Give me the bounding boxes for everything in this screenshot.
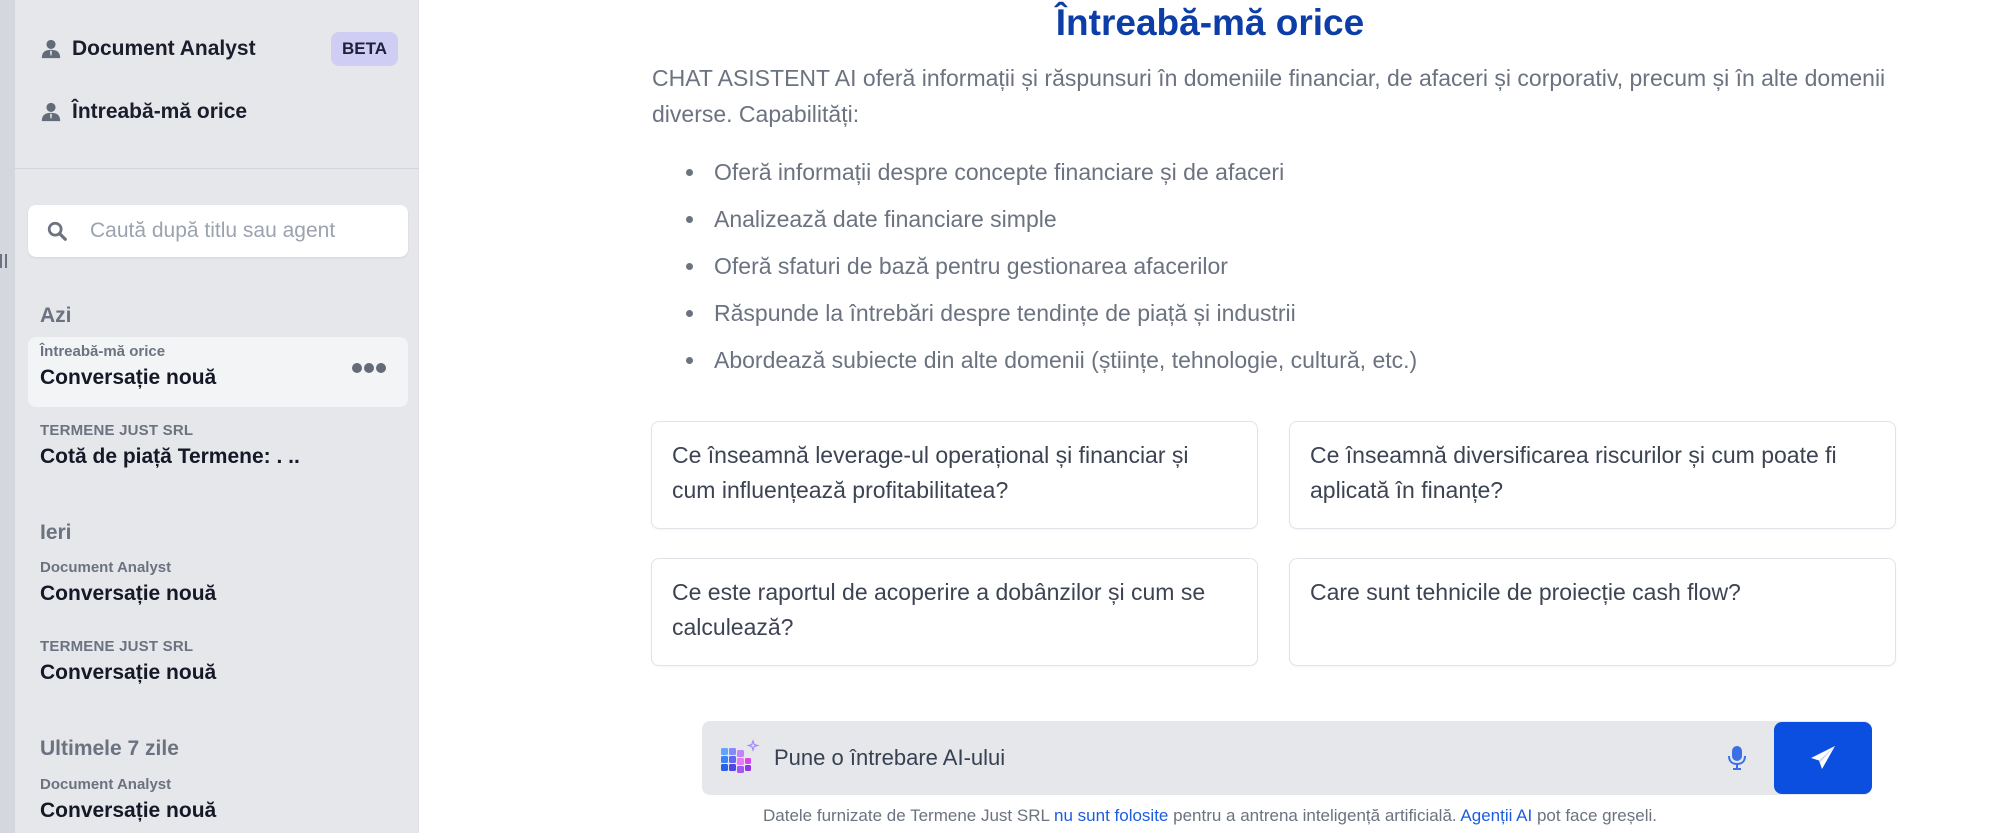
- search-box: [28, 205, 408, 257]
- capability-item: Abordează subiecte din alte domenii (ști…: [685, 342, 1417, 389]
- suggestion-card[interactable]: Ce înseamnă leverage-ul operațional și f…: [651, 421, 1258, 529]
- conversation-item[interactable]: TERMENE JUST SRL Cotă de piață Termene: …: [28, 416, 408, 486]
- agent-item-document-analyst[interactable]: Document Analyst BETA: [40, 32, 410, 66]
- app-root: Document Analyst BETA Întreabă-mă orice …: [0, 0, 2000, 833]
- more-options-icon[interactable]: [352, 363, 386, 373]
- conversation-item[interactable]: Document Analyst Conversație nouă: [28, 553, 408, 623]
- main-panel: Întreabă-mă orice CHAT ASISTENT AI oferă…: [420, 0, 2000, 833]
- suggestion-card[interactable]: Ce înseamnă diversificarea riscurilor și…: [1289, 421, 1896, 529]
- page-title: Întreabă-mă orice: [1055, 2, 1365, 43]
- suggestion-card[interactable]: Care sunt tehnicile de proiecție cash fl…: [1289, 558, 1896, 666]
- not-used-link[interactable]: nu sunt folosite: [1054, 806, 1168, 825]
- agent-label: Întreabă-mă orice: [72, 100, 248, 123]
- conversation-title: Conversație nouă: [40, 661, 217, 684]
- conversation-title: Conversație nouă: [40, 582, 217, 605]
- conversation-agent: Document Analyst: [40, 559, 172, 576]
- section-title-today: Azi: [40, 304, 72, 327]
- person-icon: [41, 39, 61, 59]
- intro-text: CHAT ASISTENT AI oferă informații și răs…: [652, 65, 1886, 127]
- conversation-title: Conversație nouă: [40, 799, 217, 822]
- search-input[interactable]: [90, 219, 390, 243]
- ai-agents-link[interactable]: Agenții AI: [1460, 806, 1532, 825]
- agent-item-intreaba-ma-orice[interactable]: Întreabă-mă orice: [40, 95, 410, 129]
- disclaimer-text: pentru a antrena inteligență artificială…: [1168, 806, 1461, 825]
- agent-label: Document Analyst: [72, 37, 256, 60]
- capability-item: Oferă sfaturi de bază pentru gestionarea…: [685, 248, 1417, 295]
- sidebar-divider: [15, 168, 419, 169]
- disclaimer: Datele furnizate de Termene Just SRL nu …: [420, 806, 2000, 826]
- capability-item: Analizează date financiare simple: [685, 201, 1417, 248]
- suggestion-card[interactable]: Ce este raportul de acoperire a dobânzil…: [651, 558, 1258, 666]
- conversation-title: Conversație nouă: [40, 366, 217, 389]
- conversation-agent: Întreabă-mă orice: [40, 343, 166, 360]
- chat-composer: [702, 721, 1872, 795]
- disclaimer-text: pot face greșeli.: [1532, 806, 1657, 825]
- person-icon: [41, 102, 61, 122]
- conversation-agent: Document Analyst: [40, 776, 172, 793]
- conversation-item[interactable]: TERMENE JUST SRL Conversație nouă: [28, 632, 408, 702]
- ai-cube-icon: [721, 739, 760, 773]
- microphone-icon[interactable]: [1725, 744, 1749, 772]
- conversation-agent: TERMENE JUST SRL: [40, 638, 194, 655]
- paper-plane-icon: [1811, 746, 1835, 769]
- beta-badge: BETA: [330, 32, 398, 66]
- section-title-last-7-days: Ultimele 7 zile: [40, 737, 179, 760]
- conversation-title: Cotă de piață Termene: . ..: [40, 445, 300, 468]
- collapsed-rail: [0, 0, 15, 833]
- search-icon: [47, 221, 67, 241]
- conversation-item[interactable]: Document Analyst Conversație nouă: [28, 770, 408, 833]
- conversation-agent: TERMENE JUST SRL: [40, 422, 194, 439]
- disclaimer-text: Datele furnizate de Termene Just SRL: [762, 806, 1055, 825]
- chat-input[interactable]: [774, 745, 1725, 771]
- sidebar: Document Analyst BETA Întreabă-mă orice …: [15, 0, 419, 833]
- section-title-yesterday: Ieri: [40, 521, 72, 544]
- capabilities-list: Oferă informații despre concepte financi…: [685, 154, 1417, 389]
- capability-item: Răspunde la întrebări despre tendințe de…: [685, 295, 1417, 342]
- resize-handle[interactable]: [0, 254, 10, 272]
- conversation-item[interactable]: Întreabă-mă orice Conversație nouă: [28, 337, 408, 407]
- send-button[interactable]: [1774, 722, 1872, 794]
- capability-item: Oferă informații despre concepte financi…: [685, 154, 1417, 201]
